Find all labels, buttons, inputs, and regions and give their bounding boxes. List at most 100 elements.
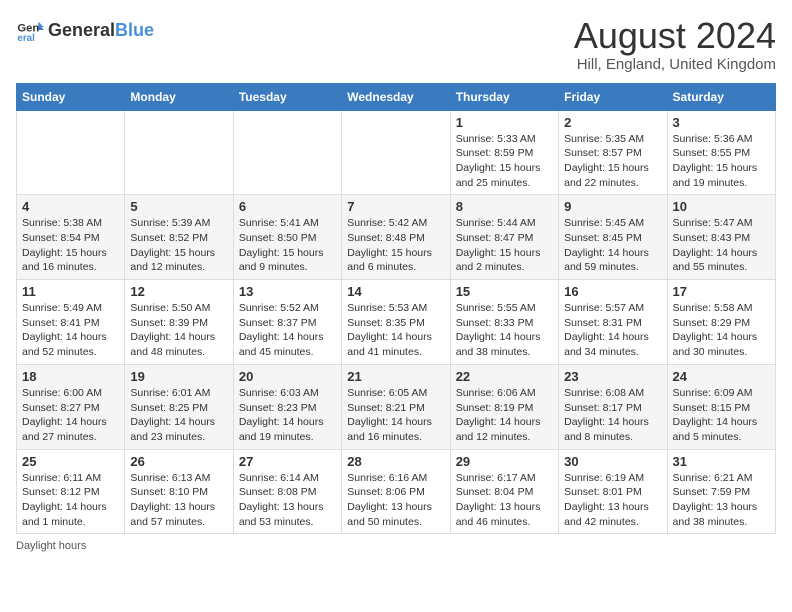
header-row: SundayMondayTuesdayWednesdayThursdayFrid… xyxy=(17,83,776,110)
week-row-3: 18 Sunrise: 6:00 AMSunset: 8:27 PMDayligh… xyxy=(17,364,776,449)
day-info: Sunrise: 5:49 AMSunset: 8:41 PMDaylight:… xyxy=(22,301,119,360)
day-number: 25 xyxy=(22,454,119,469)
header-sunday: Sunday xyxy=(17,83,125,110)
calendar-cell: 2 Sunrise: 5:35 AMSunset: 8:57 PMDaylight… xyxy=(559,110,667,195)
calendar-cell xyxy=(233,110,341,195)
day-number: 4 xyxy=(22,199,119,214)
calendar-cell: 25 Sunrise: 6:11 AMSunset: 8:12 PMDayligh… xyxy=(17,449,125,534)
calendar-cell: 27 Sunrise: 6:14 AMSunset: 8:08 PMDayligh… xyxy=(233,449,341,534)
day-info: Sunrise: 6:00 AMSunset: 8:27 PMDaylight:… xyxy=(22,386,119,445)
day-info: Sunrise: 6:19 AMSunset: 8:01 PMDaylight:… xyxy=(564,471,661,530)
calendar-cell: 24 Sunrise: 6:09 AMSunset: 8:15 PMDayligh… xyxy=(667,364,775,449)
page-header: Gen eral GeneralBlue August 2024 Hill, E… xyxy=(16,16,776,73)
day-number: 23 xyxy=(564,369,661,384)
day-info: Sunrise: 6:14 AMSunset: 8:08 PMDaylight:… xyxy=(239,471,336,530)
day-number: 18 xyxy=(22,369,119,384)
calendar-cell: 12Sunrise: 5:50 AMSunset: 8:39 PMDayligh… xyxy=(125,280,233,365)
day-info: Sunrise: 6:01 AMSunset: 8:25 PMDaylight:… xyxy=(130,386,227,445)
day-number: 14 xyxy=(347,284,444,299)
day-info: Sunrise: 6:09 AMSunset: 8:15 PMDaylight:… xyxy=(673,386,770,445)
calendar-cell: 4Sunrise: 5:38 AMSunset: 8:54 PMDaylight… xyxy=(17,195,125,280)
calendar-cell: 5Sunrise: 5:39 AMSunset: 8:52 PMDaylight… xyxy=(125,195,233,280)
day-number: 9 xyxy=(564,199,661,214)
calendar-cell: 30 Sunrise: 6:19 AMSunset: 8:01 PMDayligh… xyxy=(559,449,667,534)
day-number: 19 xyxy=(130,369,227,384)
day-info: Sunrise: 6:13 AMSunset: 8:10 PMDaylight:… xyxy=(130,471,227,530)
day-number: 31 xyxy=(673,454,770,469)
day-number: 11 xyxy=(22,284,119,299)
calendar-cell: 17Sunrise: 5:58 AMSunset: 8:29 PMDayligh… xyxy=(667,280,775,365)
day-info: Sunrise: 5:58 AMSunset: 8:29 PMDaylight:… xyxy=(673,301,770,360)
day-number: 3 xyxy=(673,115,770,130)
week-row-4: 25 Sunrise: 6:11 AMSunset: 8:12 PMDayligh… xyxy=(17,449,776,534)
header-friday: Friday xyxy=(559,83,667,110)
title-block: August 2024 Hill, England, United Kingdo… xyxy=(574,16,776,73)
day-number: 12 xyxy=(130,284,227,299)
header-tuesday: Tuesday xyxy=(233,83,341,110)
calendar-cell: 8 Sunrise: 5:44 AMSunset: 8:47 PMDaylight… xyxy=(450,195,558,280)
day-number: 2 xyxy=(564,115,661,130)
day-number: 28 xyxy=(347,454,444,469)
day-info: Sunrise: 5:57 AMSunset: 8:31 PMDaylight:… xyxy=(564,301,661,360)
calendar-cell: 7Sunrise: 5:42 AMSunset: 8:48 PMDaylight… xyxy=(342,195,450,280)
day-number: 20 xyxy=(239,369,336,384)
day-number: 30 xyxy=(564,454,661,469)
calendar-cell: 16 Sunrise: 5:57 AMSunset: 8:31 PMDayligh… xyxy=(559,280,667,365)
day-info: Sunrise: 6:03 AMSunset: 8:23 PMDaylight:… xyxy=(239,386,336,445)
page-subtitle: Hill, England, United Kingdom xyxy=(574,56,776,73)
day-info: Sunrise: 5:35 AMSunset: 8:57 PMDaylight:… xyxy=(564,132,661,191)
day-info: Sunrise: 5:47 AMSunset: 8:43 PMDaylight:… xyxy=(673,216,770,275)
week-row-2: 11 Sunrise: 5:49 AMSunset: 8:41 PMDayligh… xyxy=(17,280,776,365)
day-info: Sunrise: 6:11 AMSunset: 8:12 PMDaylight:… xyxy=(22,471,119,530)
footer-note: Daylight hours xyxy=(16,540,776,552)
week-row-0: 1 Sunrise: 5:33 AMSunset: 8:59 PMDaylight… xyxy=(17,110,776,195)
day-info: Sunrise: 5:33 AMSunset: 8:59 PMDaylight:… xyxy=(456,132,553,191)
calendar-cell: 9 Sunrise: 5:45 AMSunset: 8:45 PMDaylight… xyxy=(559,195,667,280)
header-monday: Monday xyxy=(125,83,233,110)
calendar-cell: 14 Sunrise: 5:53 AMSunset: 8:35 PMDayligh… xyxy=(342,280,450,365)
header-wednesday: Wednesday xyxy=(342,83,450,110)
day-number: 24 xyxy=(673,369,770,384)
calendar-cell: 20 Sunrise: 6:03 AMSunset: 8:23 PMDayligh… xyxy=(233,364,341,449)
logo-icon: Gen eral xyxy=(16,16,44,44)
day-info: Sunrise: 6:16 AMSunset: 8:06 PMDaylight:… xyxy=(347,471,444,530)
day-info: Sunrise: 5:44 AMSunset: 8:47 PMDaylight:… xyxy=(456,216,553,275)
header-thursday: Thursday xyxy=(450,83,558,110)
calendar-cell: 26Sunrise: 6:13 AMSunset: 8:10 PMDayligh… xyxy=(125,449,233,534)
day-info: Sunrise: 5:42 AMSunset: 8:48 PMDaylight:… xyxy=(347,216,444,275)
day-number: 13 xyxy=(239,284,336,299)
logo-general: General xyxy=(48,20,115,41)
day-info: Sunrise: 6:17 AMSunset: 8:04 PMDaylight:… xyxy=(456,471,553,530)
calendar-cell xyxy=(17,110,125,195)
calendar-table: SundayMondayTuesdayWednesdayThursdayFrid… xyxy=(16,83,776,535)
calendar-cell: 11 Sunrise: 5:49 AMSunset: 8:41 PMDayligh… xyxy=(17,280,125,365)
day-info: Sunrise: 5:53 AMSunset: 8:35 PMDaylight:… xyxy=(347,301,444,360)
week-row-1: 4Sunrise: 5:38 AMSunset: 8:54 PMDaylight… xyxy=(17,195,776,280)
calendar-cell: 22 Sunrise: 6:06 AMSunset: 8:19 PMDayligh… xyxy=(450,364,558,449)
logo-blue: Blue xyxy=(115,20,154,41)
day-number: 5 xyxy=(130,199,227,214)
header-saturday: Saturday xyxy=(667,83,775,110)
day-number: 8 xyxy=(456,199,553,214)
calendar-cell xyxy=(342,110,450,195)
calendar-cell: 19 Sunrise: 6:01 AMSunset: 8:25 PMDayligh… xyxy=(125,364,233,449)
calendar-cell: 10 Sunrise: 5:47 AMSunset: 8:43 PMDayligh… xyxy=(667,195,775,280)
day-number: 27 xyxy=(239,454,336,469)
day-info: Sunrise: 6:21 AMSunset: 7:59 PMDaylight:… xyxy=(673,471,770,530)
day-number: 10 xyxy=(673,199,770,214)
day-info: Sunrise: 5:55 AMSunset: 8:33 PMDaylight:… xyxy=(456,301,553,360)
calendar-cell: 3 Sunrise: 5:36 AMSunset: 8:55 PMDaylight… xyxy=(667,110,775,195)
day-number: 22 xyxy=(456,369,553,384)
day-info: Sunrise: 5:36 AMSunset: 8:55 PMDaylight:… xyxy=(673,132,770,191)
day-info: Sunrise: 5:45 AMSunset: 8:45 PMDaylight:… xyxy=(564,216,661,275)
calendar-cell: 23Sunrise: 6:08 AMSunset: 8:17 PMDayligh… xyxy=(559,364,667,449)
day-info: Sunrise: 6:06 AMSunset: 8:19 PMDaylight:… xyxy=(456,386,553,445)
logo: Gen eral GeneralBlue xyxy=(16,16,154,44)
calendar-cell: 29 Sunrise: 6:17 AMSunset: 8:04 PMDayligh… xyxy=(450,449,558,534)
calendar-cell xyxy=(125,110,233,195)
day-number: 1 xyxy=(456,115,553,130)
day-number: 16 xyxy=(564,284,661,299)
day-number: 15 xyxy=(456,284,553,299)
day-number: 29 xyxy=(456,454,553,469)
day-info: Sunrise: 5:52 AMSunset: 8:37 PMDaylight:… xyxy=(239,301,336,360)
